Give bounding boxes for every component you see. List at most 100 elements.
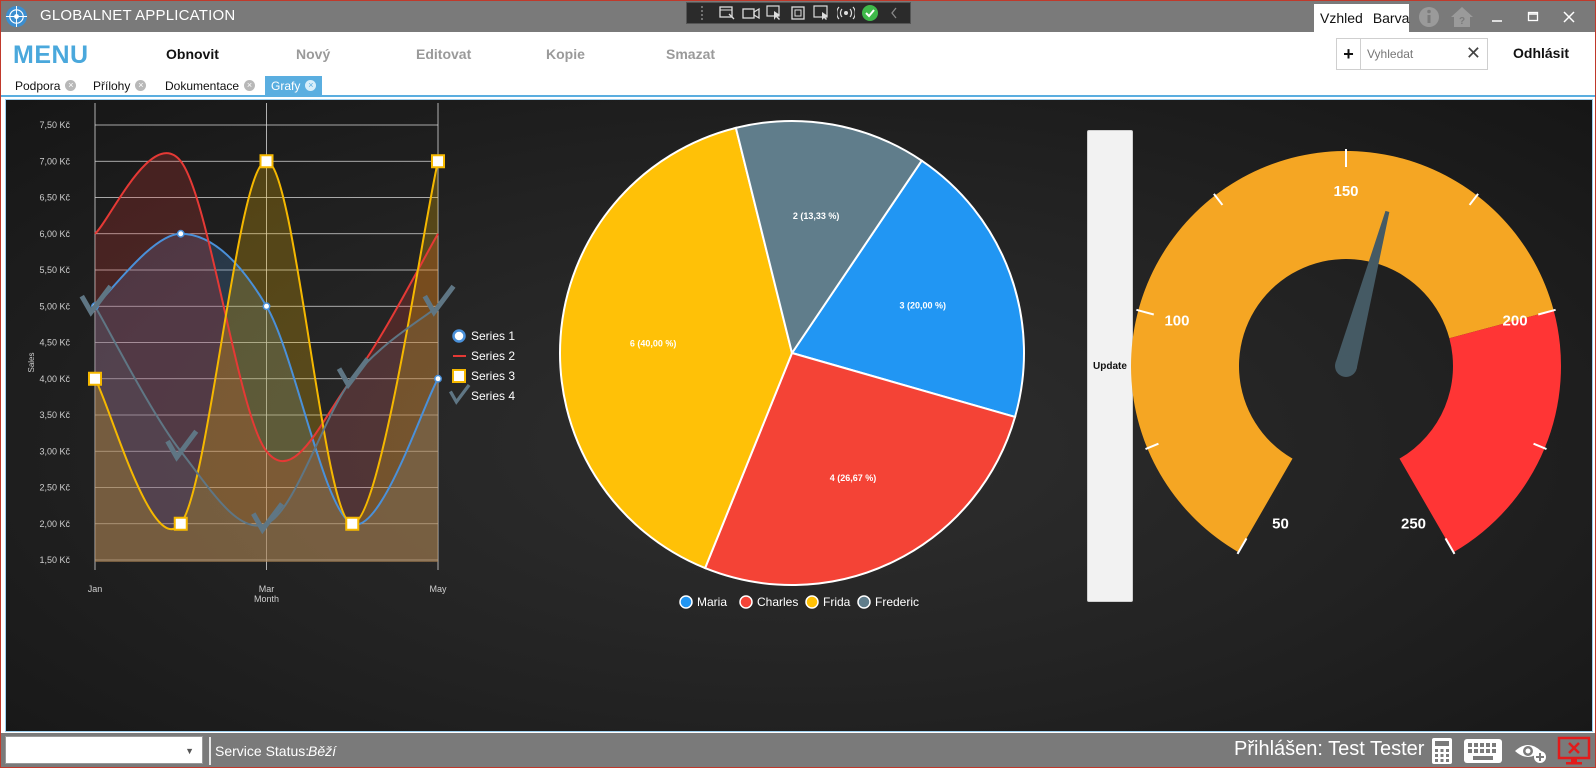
tab-label: Podpora — [15, 78, 61, 93]
capture-window-icon[interactable] — [812, 4, 832, 22]
data-point — [345, 516, 360, 531]
legend-label: Series 4 — [471, 389, 515, 403]
service-status-label: Service Status: — [215, 743, 310, 759]
data-point — [259, 154, 274, 169]
data-point — [262, 302, 271, 311]
chevron-left-icon[interactable] — [884, 4, 904, 22]
data-point — [176, 229, 185, 238]
y-tick-label: 2,00 Kč — [39, 519, 70, 529]
x-tick-label: May — [429, 584, 447, 594]
close-tab-icon[interactable]: × — [135, 80, 147, 91]
y-tick-label: 7,00 Kč — [39, 156, 70, 166]
legend-marker — [857, 595, 871, 609]
tab-prilohy[interactable]: Přílohy × — [87, 76, 152, 95]
slice-label: 2 (13,33 %) — [793, 211, 840, 221]
legend-label: Charles — [757, 595, 798, 609]
document-tabs: Podpora × Přílohy × Dokumentace × Grafy × — [1, 76, 1595, 97]
gauge-label: 100 — [1164, 313, 1189, 330]
application-window: GLOBALNET APPLICATION Vzhled Barva ? MEN… — [0, 0, 1596, 768]
broadcast-icon[interactable] — [836, 4, 856, 22]
tab-grafy[interactable]: Grafy × — [265, 76, 323, 95]
tab-dokumentace[interactable]: Dokumentace × — [159, 76, 261, 95]
maximize-button[interactable] — [1519, 4, 1547, 30]
legend-label: Series 1 — [471, 329, 515, 343]
x-tick-label: Jan — [88, 584, 103, 594]
legend-label: Frida — [823, 595, 851, 609]
legend-label: Maria — [697, 595, 727, 609]
legend-label: Series 3 — [471, 369, 515, 383]
data-point — [431, 154, 445, 169]
new-button[interactable]: Nový — [296, 46, 330, 62]
legend-marker — [679, 595, 693, 609]
legend-label: Frederic — [875, 595, 919, 609]
data-point — [88, 371, 102, 386]
add-icon[interactable]: + — [1337, 39, 1361, 69]
y-tick-label: 4,00 Kč — [39, 374, 70, 384]
menu-title[interactable]: MENU — [13, 41, 89, 70]
pointer-icon[interactable] — [765, 4, 785, 22]
gauge-pivot — [1335, 355, 1357, 377]
capture-toolbar — [686, 2, 911, 24]
pie-chart: 3 (20,00 %) 4 (26,67 %) 6 (40,00 %) 2 (13,3… — [559, 120, 1025, 609]
check-marker — [448, 384, 471, 405]
legend-marker — [739, 595, 753, 609]
y-tick-label: 7,50 Kč — [39, 120, 70, 130]
legend-marker — [805, 595, 819, 609]
app-logo-icon — [5, 5, 28, 28]
y-tick-label: 1,50 Kč — [39, 555, 70, 565]
gauge-label: 50 — [1272, 516, 1289, 533]
keyboard-icon[interactable] — [1463, 737, 1503, 765]
gauge-label: 250 — [1401, 516, 1426, 533]
close-window-button[interactable] — [1555, 4, 1583, 30]
update-button[interactable]: Update — [1087, 130, 1133, 602]
y-tick-label: 3,00 Kč — [39, 446, 70, 456]
gauge-label: 150 — [1333, 183, 1358, 200]
y-tick-label: 3,50 Kč — [39, 410, 70, 420]
copy-button[interactable]: Kopie — [546, 46, 585, 62]
search-box: + ✕ — [1336, 38, 1488, 70]
delete-button[interactable]: Smazat — [666, 46, 715, 62]
search-input[interactable] — [1367, 45, 1462, 63]
disconnect-icon[interactable] — [1557, 736, 1591, 766]
close-tab-icon[interactable]: × — [65, 80, 77, 91]
status-icons — [1431, 736, 1591, 766]
status-bar: ▼ Service Status: Běží Přihlášen: Test T… — [1, 733, 1595, 767]
menu-bar: MENU Obnovit Nový Editovat Kopie Smazat … — [1, 32, 1595, 76]
status-dropdown[interactable]: ▼ — [5, 736, 203, 764]
grip-icon[interactable] — [693, 4, 713, 22]
appearance-tabs: Vzhled Barva — [1314, 4, 1409, 32]
add-view-icon[interactable] — [1513, 737, 1547, 765]
minimize-button[interactable] — [1483, 4, 1511, 30]
home-help-icon[interactable]: ? — [1449, 5, 1475, 29]
calculator-icon[interactable] — [1431, 737, 1453, 765]
refresh-button[interactable]: Obnovit — [166, 46, 219, 62]
y-axis-label: Sales — [27, 352, 36, 372]
status-divider — [209, 737, 211, 765]
logout-button[interactable]: Odhlásit — [1513, 45, 1569, 61]
tab-label: Přílohy — [93, 78, 131, 93]
charts-panel: 1,50 Kč 2,00 Kč 2,50 Kč 3,00 Kč 3,50 Kč 4,00 … — [5, 99, 1593, 732]
x-tick-label: Mar — [259, 584, 275, 594]
select-window-icon[interactable] — [717, 4, 737, 22]
tab-podpora[interactable]: Podpora × — [9, 76, 82, 95]
close-tab-icon[interactable]: × — [305, 80, 317, 91]
legend-label: Series 2 — [471, 349, 515, 363]
y-tick-label: 4,50 Kč — [39, 338, 70, 348]
window-controls: ? — [1417, 3, 1583, 31]
y-tick-label: 5,00 Kč — [39, 301, 70, 311]
clear-search-icon[interactable]: ✕ — [1466, 43, 1481, 64]
y-tick-label: 6,50 Kč — [39, 193, 70, 203]
slice-label: 4 (26,67 %) — [830, 473, 877, 483]
slice-label: 3 (20,00 %) — [900, 300, 947, 310]
gauge-label: 200 — [1503, 313, 1528, 330]
video-icon[interactable] — [741, 4, 761, 22]
data-point — [173, 516, 188, 531]
tab-vzhled[interactable]: Vzhled — [1320, 10, 1363, 26]
close-tab-icon[interactable]: × — [244, 80, 256, 91]
capture-region-icon[interactable] — [788, 4, 808, 22]
tab-barva[interactable]: Barva — [1373, 10, 1410, 26]
info-icon[interactable] — [1417, 5, 1441, 29]
edit-button[interactable]: Editovat — [416, 46, 471, 62]
check-icon[interactable] — [860, 4, 880, 22]
data-point — [434, 374, 442, 383]
